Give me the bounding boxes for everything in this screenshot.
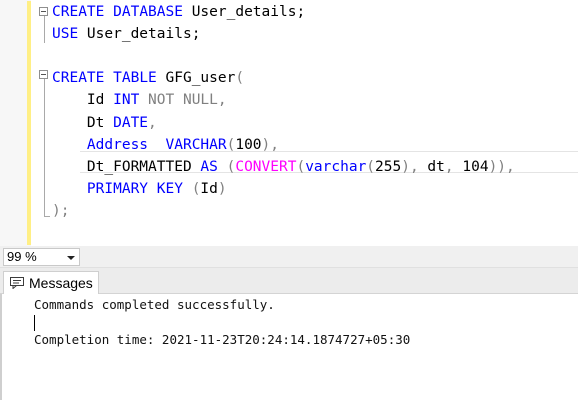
code-token: INT bbox=[113, 92, 140, 109]
code-token: User_details; bbox=[182, 4, 306, 20]
code-token: ), bbox=[261, 136, 280, 153]
results-tab-strip: Messages bbox=[0, 268, 578, 294]
code-token: NOT NULL bbox=[148, 92, 218, 109]
code-line[interactable]: CREATE DATABASE User_details; bbox=[52, 1, 305, 23]
code-token: DATABASE bbox=[113, 4, 183, 20]
code-token: , bbox=[444, 158, 454, 175]
pane-border bbox=[0, 294, 2, 400]
code-token: Id bbox=[52, 92, 114, 109]
code-token: CREATE bbox=[52, 70, 105, 87]
code-token: Address bbox=[52, 136, 166, 153]
change-tracking-bar bbox=[27, 1, 31, 245]
code-token: 100 bbox=[235, 136, 262, 153]
code-token: ( bbox=[235, 70, 245, 87]
code-line[interactable]: Dt DATE, bbox=[52, 112, 157, 134]
collapse-region-icon[interactable] bbox=[39, 70, 48, 79]
zoom-bar: 99 % bbox=[0, 246, 578, 268]
outline-end bbox=[44, 216, 50, 217]
query-editor[interactable]: CREATE DATABASE User_details; USE User_de… bbox=[0, 0, 578, 246]
code-token: Dt bbox=[52, 114, 114, 131]
results-pane: Messages Commands completed successfully… bbox=[0, 268, 578, 400]
code-line[interactable]: PRIMARY KEY (Id) bbox=[52, 178, 227, 200]
message-icon bbox=[10, 277, 24, 289]
outline-guide bbox=[44, 16, 45, 43]
collapse-region-icon[interactable] bbox=[39, 7, 48, 16]
code-token: USE bbox=[52, 26, 79, 43]
code-token: TABLE bbox=[113, 70, 157, 87]
code-token: GFG_user bbox=[156, 70, 236, 87]
code-line[interactable]: USE User_details; bbox=[52, 23, 200, 45]
code-token: Id bbox=[200, 180, 218, 197]
code-token: DATE bbox=[113, 114, 149, 131]
outline-guide bbox=[44, 79, 45, 216]
code-token: Dt_FORMATTED bbox=[52, 158, 201, 175]
code-token: ( bbox=[366, 158, 376, 175]
code-token: CONVERT bbox=[235, 158, 297, 175]
code-token: CREATE bbox=[52, 4, 105, 20]
code-token: dt bbox=[418, 158, 445, 175]
code-line[interactable]: ); bbox=[52, 200, 69, 222]
code-token: 255 bbox=[375, 158, 402, 175]
code-token: varchar bbox=[305, 158, 367, 175]
code-token: AS bbox=[200, 158, 218, 175]
zoom-value: 99 % bbox=[7, 249, 37, 264]
code-token: ( bbox=[296, 158, 306, 175]
code-token: )), bbox=[488, 158, 515, 175]
completion-time-message: Completion time: 2021-11-23T20:24:14.187… bbox=[34, 332, 411, 347]
code-token: ), bbox=[401, 158, 419, 175]
code-token: ); bbox=[52, 202, 70, 219]
code-line[interactable]: CREATE TABLE GFG_user( bbox=[52, 67, 244, 89]
code-token: , bbox=[217, 92, 227, 109]
code-token: , bbox=[148, 114, 157, 131]
code-token: PRIMARY KEY bbox=[52, 180, 183, 197]
code-token: VARCHAR bbox=[165, 136, 227, 153]
zoom-dropdown[interactable]: 99 % bbox=[3, 248, 80, 266]
code-line[interactable]: Id INT NOT NULL, bbox=[52, 89, 227, 111]
success-message: Commands completed successfully. bbox=[34, 297, 275, 312]
tab-messages-label: Messages bbox=[29, 275, 93, 291]
code-token: User_details; bbox=[78, 26, 201, 43]
code-line[interactable]: Address VARCHAR(100), bbox=[52, 134, 279, 156]
tab-messages[interactable]: Messages bbox=[3, 271, 99, 294]
code-line[interactable]: Dt_FORMATTED AS (CONVERT(varchar(255), d… bbox=[52, 156, 515, 178]
code-token: 104 bbox=[453, 158, 489, 175]
code-token: ) bbox=[217, 180, 227, 197]
text-caret bbox=[34, 315, 35, 331]
chevron-down-icon[interactable] bbox=[67, 256, 75, 260]
